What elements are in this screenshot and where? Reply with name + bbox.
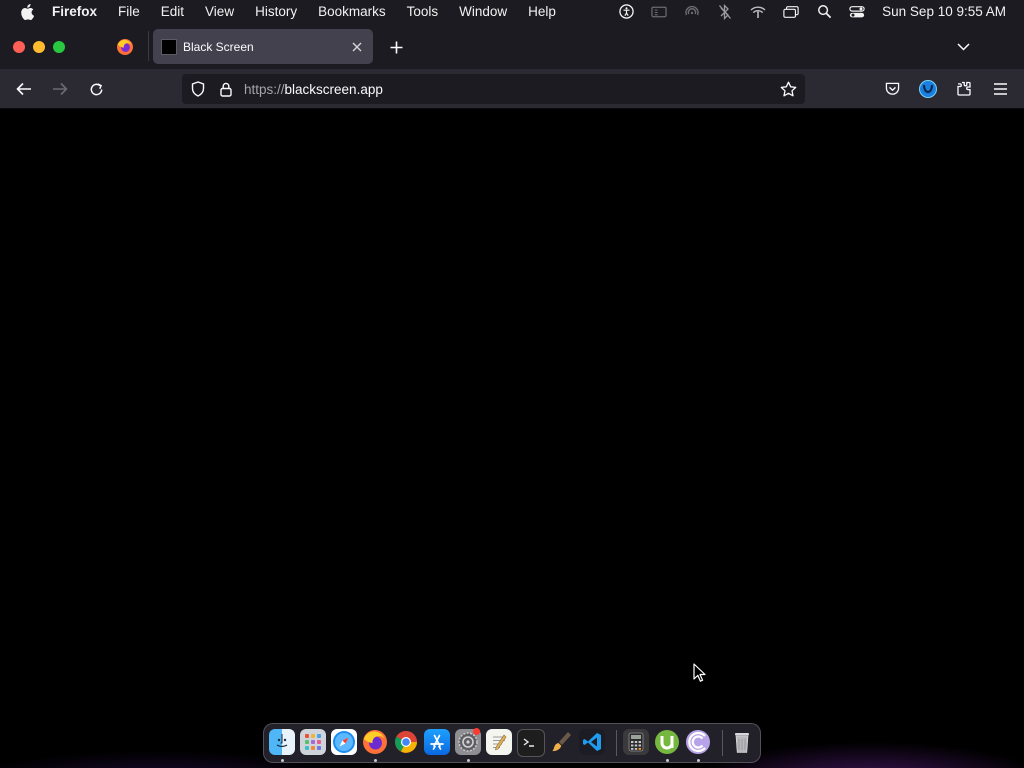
system-settings-badge (473, 728, 480, 735)
url-host: blackscreen.app (284, 81, 383, 97)
menu-tools[interactable]: Tools (407, 4, 439, 19)
finder-icon[interactable] (269, 729, 295, 755)
extensions-icon[interactable] (955, 80, 973, 98)
menu-help[interactable]: Help (528, 4, 556, 19)
menubar-clock[interactable]: Sun Sep 10 9:55 AM (882, 4, 1006, 19)
control-center-icon[interactable] (849, 4, 865, 20)
menu-view[interactable]: View (205, 4, 234, 19)
url-bar[interactable]: https://blackscreen.app (182, 74, 805, 104)
status-area: Sun Sep 10 9:55 AM (618, 0, 1024, 23)
lock-icon[interactable] (218, 81, 234, 97)
menu-firefox[interactable]: Firefox (52, 4, 97, 19)
menu-window[interactable]: Window (459, 4, 507, 19)
dock (263, 723, 761, 763)
torrent-client-icon[interactable] (685, 729, 711, 755)
screen-mirroring-icon[interactable] (651, 4, 667, 20)
tab-black-screen[interactable]: Black Screen (153, 29, 373, 64)
tab-strip: Black Screen (0, 23, 1024, 69)
window-close-button[interactable] (13, 41, 25, 53)
dock-separator (616, 730, 617, 756)
tab-title: Black Screen (183, 39, 254, 54)
apple-icon[interactable] (18, 3, 36, 21)
bluetooth-off-icon[interactable] (717, 3, 733, 20)
menu-edit[interactable]: Edit (161, 4, 184, 19)
url-scheme: https:// (244, 81, 285, 97)
account-icon[interactable] (919, 80, 937, 98)
wifi-icon[interactable] (750, 4, 766, 20)
terminal-icon[interactable] (517, 729, 545, 757)
page-content-black-screen[interactable] (0, 109, 1024, 768)
textedit-icon[interactable] (486, 729, 512, 755)
forward-icon[interactable] (51, 80, 69, 98)
window-zoom-button[interactable] (53, 41, 65, 53)
reload-icon[interactable] (87, 80, 105, 98)
plus-icon[interactable] (387, 38, 405, 56)
safari-icon[interactable] (331, 729, 357, 755)
launchpad-icon[interactable] (300, 729, 326, 755)
tracking-protection-shield-icon[interactable] (190, 81, 206, 97)
calculator-icon[interactable] (623, 729, 649, 755)
mouse-pointer-icon (693, 663, 706, 682)
window-minimize-button[interactable] (33, 41, 45, 53)
menu-file[interactable]: File (118, 4, 140, 19)
menu-bookmarks[interactable]: Bookmarks (318, 4, 386, 19)
brush-app-icon[interactable] (548, 729, 574, 755)
system-settings-running-indicator (467, 759, 470, 762)
close-tab-icon[interactable] (349, 39, 365, 55)
utorrent-running-indicator (666, 759, 669, 762)
menu-history[interactable]: History (255, 4, 297, 19)
torrent-client-running-indicator (697, 759, 700, 762)
utorrent-icon[interactable] (654, 729, 680, 755)
menu-icon[interactable] (991, 80, 1009, 98)
pocket-icon[interactable] (883, 80, 901, 98)
firefox-running-indicator (374, 759, 377, 762)
tab-strip-divider (148, 31, 149, 61)
window-icon[interactable] (783, 4, 799, 20)
menu-bar: Firefox File Edit View History Bookmarks… (0, 0, 1024, 23)
navigation-toolbar: https://blackscreen.app (0, 69, 1024, 109)
app-store-icon[interactable] (424, 729, 450, 755)
chevron-down-icon[interactable] (954, 38, 972, 56)
black-screen-favicon-icon (161, 38, 177, 55)
finder-running-indicator (281, 759, 284, 762)
accessibility-icon[interactable] (618, 4, 634, 20)
airdrop-icon[interactable] (684, 4, 700, 20)
trash-icon[interactable] (729, 729, 755, 755)
dock-separator-trash (722, 730, 723, 756)
spotlight-search-icon[interactable] (816, 4, 832, 20)
visual-studio-code-icon[interactable] (579, 729, 605, 755)
bookmark-star-icon[interactable] (779, 80, 797, 98)
firefox-icon[interactable] (362, 729, 388, 755)
google-chrome-icon[interactable] (393, 729, 419, 755)
back-icon[interactable] (15, 80, 33, 98)
firefox-view-icon[interactable] (116, 38, 134, 56)
url-text[interactable]: https://blackscreen.app (244, 82, 779, 97)
